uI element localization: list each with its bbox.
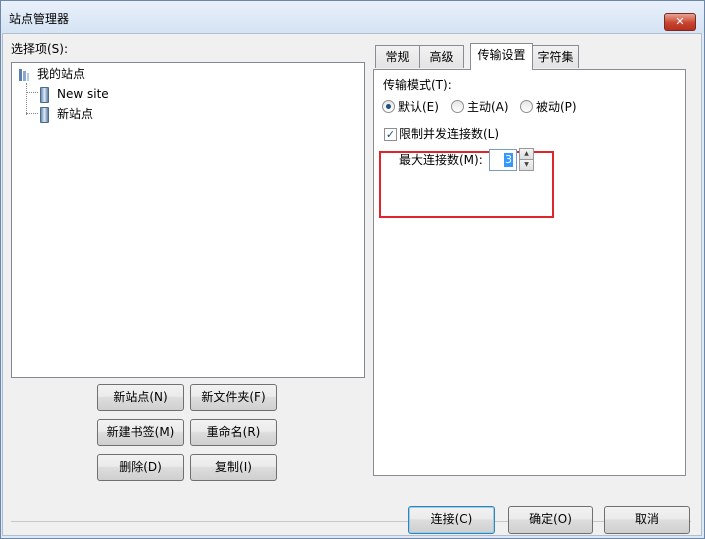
transfer-mode-label: 传输模式(T): bbox=[383, 78, 452, 92]
tab-general[interactable]: 常规 bbox=[375, 45, 420, 68]
new-site-button[interactable]: 新站点(N) bbox=[97, 384, 184, 411]
spin-down-button[interactable]: ▼ bbox=[519, 159, 534, 171]
folder-icon bbox=[18, 68, 30, 81]
new-bookmark-button[interactable]: 新建书签(M) bbox=[97, 419, 184, 446]
radio-button[interactable] bbox=[382, 100, 395, 113]
title-bar: 站点管理器 ✕ bbox=[1, 1, 704, 33]
radio-label: 默认(E) bbox=[398, 100, 439, 114]
tree-item-label: New site bbox=[57, 87, 109, 101]
window-title: 站点管理器 bbox=[9, 12, 70, 26]
connect-button[interactable]: 连接(C) bbox=[408, 506, 495, 534]
tree-item-label: 新站点 bbox=[57, 107, 94, 121]
radio-label: 主动(A) bbox=[467, 100, 509, 114]
max-connections-input[interactable]: 3 bbox=[489, 149, 517, 171]
limit-connections-checkbox[interactable]: ✓ bbox=[384, 128, 397, 141]
site-manager-window: 站点管理器 ✕ 选择项(S): 我的站点 New site 新站点 新站点(N)… bbox=[0, 0, 705, 539]
radio-button[interactable] bbox=[520, 100, 533, 113]
dialog-body: 选择项(S): 我的站点 New site 新站点 新站点(N) 新文件夹(F) bbox=[2, 33, 702, 536]
site-tree[interactable]: 我的站点 New site 新站点 bbox=[11, 62, 365, 378]
site-icon bbox=[40, 107, 49, 123]
radio-button[interactable] bbox=[451, 100, 464, 113]
new-folder-button[interactable]: 新文件夹(F) bbox=[190, 384, 277, 411]
site-icon bbox=[40, 87, 49, 103]
max-connections-label: 最大连接数(M): bbox=[399, 153, 483, 167]
select-entry-label: 选择项(S): bbox=[11, 42, 69, 56]
close-button[interactable]: ✕ bbox=[664, 13, 696, 31]
ok-button[interactable]: 确定(O) bbox=[508, 506, 593, 534]
delete-button[interactable]: 删除(D) bbox=[97, 454, 184, 481]
max-connections-value: 3 bbox=[504, 153, 513, 167]
tab-charset[interactable]: 字符集 bbox=[532, 45, 579, 68]
rename-button[interactable]: 重命名(R) bbox=[190, 419, 277, 446]
tree-item-label: 我的站点 bbox=[37, 67, 86, 81]
tab-advanced[interactable]: 高级 bbox=[419, 45, 464, 68]
cancel-button[interactable]: 取消 bbox=[604, 506, 690, 534]
limit-connections-label: 限制并发连接数(L) bbox=[399, 127, 500, 141]
tab-transfer-settings[interactable]: 传输设置 bbox=[470, 43, 533, 70]
copy-button[interactable]: 复制(I) bbox=[190, 454, 277, 481]
radio-label: 被动(P) bbox=[536, 100, 577, 114]
